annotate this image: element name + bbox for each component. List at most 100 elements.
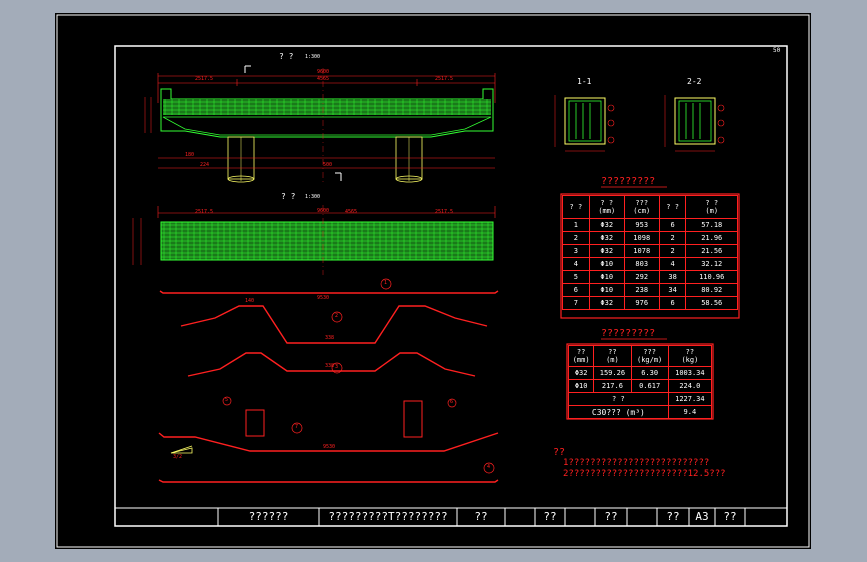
section-1-1-label: 1-1	[577, 77, 592, 86]
section-2-2-label: 2-2	[687, 77, 702, 86]
table1-cell: 803	[623, 257, 660, 271]
tb-drawing-name: ?????????T????????	[328, 510, 448, 523]
bar-7-marker: 7	[295, 424, 299, 430]
note-line-2: 2??????????????????????12.5???	[563, 469, 726, 479]
dim-bottom-1: 180	[185, 152, 195, 158]
bar-2-mid: 338	[325, 335, 335, 341]
bar-2-top: 140	[245, 298, 255, 304]
table-row: 2 Φ32 1098 2 21.96	[562, 231, 738, 245]
table2-header-cell: ?? (m)	[593, 345, 632, 367]
dim-mid-seg: 4565	[317, 76, 330, 82]
table1-header-cell: ? ? (m)	[685, 195, 738, 219]
dim-right-seg: 2517.5	[435, 76, 454, 82]
elevation-title: ? ?	[279, 52, 294, 61]
table1-cell: 976	[623, 296, 660, 310]
table1-cell: 110.96	[685, 270, 738, 284]
tb-check: ??	[543, 510, 557, 523]
plan-title: ? ?	[281, 192, 296, 201]
bar-3-mid: 338	[325, 363, 335, 369]
bar-3-marker: 3	[335, 364, 339, 370]
tb-review: ??	[604, 510, 618, 523]
table2-cell: 159.26	[593, 366, 632, 380]
tb-design: ??	[474, 510, 488, 523]
table1-cell: 38	[658, 270, 687, 284]
table-row: 1 Φ32 953 6 57.18	[562, 218, 738, 232]
dim-plan-left: 2517.5	[195, 209, 214, 215]
table1-cell: 6	[658, 218, 687, 232]
rebar-details	[158, 278, 499, 483]
table2-cell: 6.30	[630, 366, 669, 380]
table1-header-cell: ? ? (mm)	[588, 195, 625, 219]
material-summary-table: ?? (mm)?? (m)??? (kg/m)?? (kg) Φ32 159.26…	[567, 345, 713, 419]
table1-cell: Φ10	[588, 257, 625, 271]
table1-cell: 21.96	[685, 231, 738, 245]
table1-header-cell: ? ?	[562, 195, 590, 219]
note-line-1: 1??????????????????????????	[563, 458, 710, 468]
table2-title: ?????????	[601, 328, 656, 339]
notes-title: ??	[553, 447, 566, 458]
tb-paper-size: A3	[695, 510, 709, 523]
bar-1-marker: 1	[384, 280, 388, 286]
table1-cell: 4	[658, 257, 687, 271]
dim-bottom-3: 500	[323, 162, 333, 168]
table1-cell: 2	[562, 231, 590, 245]
table1-header-cell: ??? (cm)	[623, 195, 660, 219]
sheet-number: 50	[773, 47, 781, 54]
table1-title: ?????????	[601, 176, 656, 187]
table2-cell: 224.0	[667, 379, 713, 393]
table2-header-cell: ??? (kg/m)	[630, 345, 669, 367]
table2-cell: 1003.34	[667, 366, 713, 380]
tb-scale: ??	[666, 510, 680, 523]
bar-2-marker: 2	[335, 313, 339, 319]
tb-project-name: ??????	[248, 510, 289, 523]
elevation-scale: 1:300	[305, 54, 321, 60]
table1-cell: Φ32	[588, 244, 625, 258]
bar-4-marker: 4	[487, 464, 491, 470]
bar-6-marker: 6	[450, 399, 454, 405]
table1-cell: 32.12	[685, 257, 738, 271]
table1-cell: 34	[658, 283, 687, 297]
table1-cell: 1078	[623, 244, 660, 258]
bar-1-length: 9530	[317, 295, 330, 301]
table1-cell: 1	[562, 218, 590, 232]
table1-cell: Φ32	[588, 218, 625, 232]
table1-header-cell: ? ?	[658, 195, 687, 219]
table2-cell: 217.6	[593, 379, 632, 393]
bar-5-marker: 5	[225, 397, 229, 403]
dim-left-seg: 2517.5	[195, 76, 214, 82]
rebar-quantity-table: ? ?? ? (mm)??? (cm)? ?? ? (m) 1 Φ32 953 6 57.…	[562, 195, 738, 310]
table1-cell: 6	[562, 283, 590, 297]
dim-top-total: 9600	[317, 69, 330, 75]
elevation-view	[144, 65, 496, 183]
table1-cell: Φ32	[588, 296, 625, 310]
table-row: 3 Φ32 1078 2 21.56	[562, 244, 738, 258]
table1-cell: 3	[562, 244, 590, 258]
table1-cell: 238	[623, 283, 660, 297]
dim-bottom-2: 224	[200, 162, 210, 168]
dim-plan-mid: 4565	[345, 209, 358, 215]
plan-scale: 1:300	[305, 194, 321, 200]
total-value: 1227.34	[667, 392, 713, 406]
table2-cell: Φ32	[567, 366, 595, 380]
dim-plan-right: 2517.5	[435, 209, 454, 215]
table1-cell: 7	[562, 296, 590, 310]
table-row: Φ32 159.26 6.30 1003.34	[567, 366, 713, 380]
table-row: 7 Φ32 976 6 58.56	[562, 296, 738, 310]
table1-cell: 21.56	[685, 244, 738, 258]
table1-cell: 6	[658, 296, 687, 310]
table2-header-cell: ?? (mm)	[567, 345, 595, 367]
table1-cell: 292	[623, 270, 660, 284]
bar-7-length: 9530	[323, 444, 336, 450]
table1-cell: 58.56	[685, 296, 738, 310]
table1-cell: 57.18	[685, 218, 738, 232]
table1-cell: 2	[658, 231, 687, 245]
tb-sheet: ??	[723, 510, 737, 523]
table2-cell: Φ10	[567, 379, 595, 393]
table1-cell: Φ32	[588, 231, 625, 245]
section-2-2	[664, 95, 725, 152]
table-row: 4 Φ10 803 4 32.12	[562, 257, 738, 271]
table1-cell: 80.92	[685, 283, 738, 297]
table2-cell: 0.617	[630, 379, 669, 393]
total-label: ? ?	[568, 392, 669, 406]
table1-cell: 4	[562, 257, 590, 271]
